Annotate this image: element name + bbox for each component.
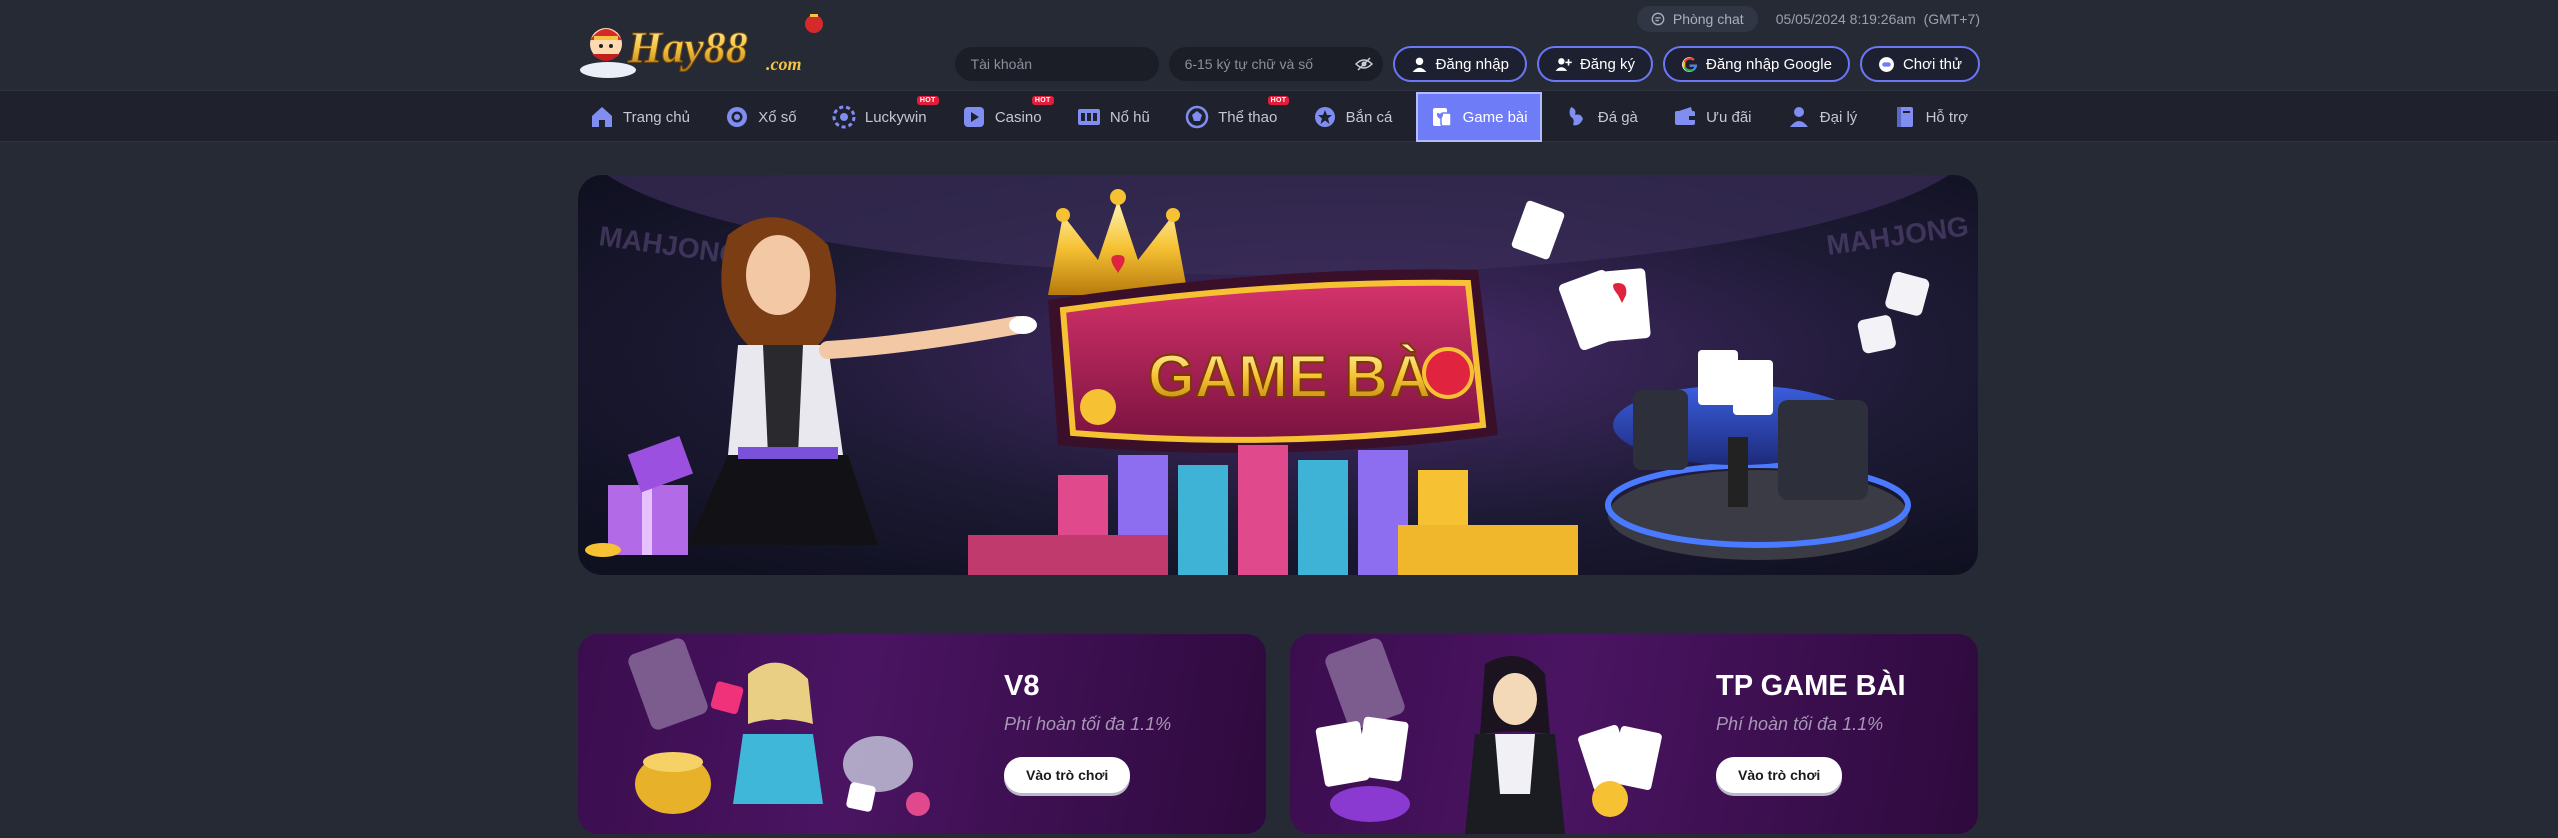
login-button[interactable]: Đăng nhập [1392,46,1527,82]
site-header: Hay88 .com Phòng chat 05/05/2024 8:19:26… [0,0,2558,90]
trial-play-label: Chơi thử [1902,55,1962,73]
nav-label: Đại lý [1819,108,1858,126]
trial-icon [1879,56,1894,72]
nav-label: Đá gà [1597,108,1638,126]
nav-item-luckywin[interactable]: Luckywin HOT [820,92,939,142]
username-input[interactable] [954,47,1159,81]
nav-item-card-games[interactable]: Game bài [1415,92,1542,142]
banner-title: GAME BÀI [1148,343,1448,410]
hay88-logo[interactable]: Hay88 .com [578,10,830,80]
hot-badge: HOT [916,96,939,105]
show-password-icon[interactable] [1354,56,1373,72]
game-bai-banner: MAHJONG MAHJONG GAME BÀI [578,175,1978,575]
nav-label: Bắn cá [1345,108,1393,126]
tp-card-art [1315,638,1662,834]
fishing-icon [1314,107,1335,127]
support-icon [1896,107,1913,127]
password-input[interactable] [1168,47,1383,81]
register-button[interactable]: Đăng ký [1536,46,1653,82]
v8-card-art [628,638,930,816]
agent-icon [1789,107,1808,127]
google-login-label: Đăng nhập Google [1706,55,1832,73]
nav-label: Ưu đãi [1706,108,1752,126]
nav-label: Xổ số [758,108,797,126]
game-card-rebate: Phí hoàn tối đa 1.1% [1716,714,1884,734]
chat-room-label: Phòng chat [1672,11,1744,27]
cards-icon [1432,108,1452,127]
game-card-title: TP GAME BÀI [1716,670,1906,702]
login-label: Đăng nhập [1435,55,1509,73]
slots-icon [1077,109,1100,125]
auth-bar: Đăng nhập Đăng ký Đăng nhập Google [954,46,1980,82]
hot-badge: HOT [1267,96,1290,105]
nav-item-promotions[interactable]: Ưu đãi [1661,92,1763,142]
nav-item-lottery[interactable]: Xổ số [713,92,808,142]
cockfight-icon [1569,107,1583,126]
register-label: Đăng ký [1579,55,1635,73]
promo-icon [1675,107,1696,125]
chat-icon [1651,12,1665,26]
nav-item-casino[interactable]: Casino HOT [950,92,1054,142]
game-card-v8[interactable]: V8 Phí hoàn tối đa 1.1% Vào trò chơi [578,634,1266,834]
enter-game-button[interactable]: Vào trò chơi [1004,757,1131,793]
nav-label: Game bài [1462,108,1528,126]
logo-text: Hay88 [627,23,748,72]
nav-label: Thể thao [1218,108,1278,126]
game-card-rebate: Phí hoàn tối đa 1.1% [1004,714,1172,734]
google-login-button[interactable]: Đăng nhập Google [1663,46,1850,82]
user-icon [1412,57,1426,72]
sports-icon [1185,105,1209,129]
hot-badge: HOT [1031,96,1054,105]
nav-label: Trang chủ [623,108,690,126]
top-bar: Phòng chat 05/05/2024 8:19:26am (GMT+7) [1636,6,1980,32]
luckywin-icon [832,105,856,129]
chat-room-button[interactable]: Phòng chat [1636,6,1758,32]
nav-item-support[interactable]: Hỗ trợ [1881,92,1980,142]
nav-label: Hỗ trợ [1925,108,1968,126]
nav-item-home[interactable]: Trang chủ [578,92,702,142]
nav-item-sports[interactable]: Thể thao HOT [1173,92,1290,142]
timezone-value: (GMT+7) [1923,11,1980,27]
trial-play-button[interactable]: Chơi thử [1859,46,1980,82]
nav-label: Casino [994,108,1042,126]
datetime-value: 05/05/2024 8:19:26am [1775,11,1916,27]
main-nav: Trang chủ Xổ số Luckywin HOT Casino HOT … [0,90,2558,142]
nav-item-fishing[interactable]: Bắn cá [1301,92,1405,142]
game-card-title: V8 [1004,670,1040,702]
google-icon [1682,56,1697,72]
current-datetime: 05/05/2024 8:19:26am (GMT+7) [1776,11,1980,27]
casino-icon [963,107,984,127]
nav-item-slots[interactable]: Nổ hũ [1065,92,1162,142]
logo-domain: .com [766,54,802,74]
nav-item-cockfight[interactable]: Đá gà [1553,92,1650,142]
nav-label: Nổ hũ [1109,108,1150,126]
nav-item-agent[interactable]: Đại lý [1775,92,1870,142]
enter-game-button[interactable]: Vào trò chơi [1716,757,1843,793]
add-user-icon [1555,57,1572,71]
nav-label: Luckywin [864,108,927,126]
lottery-icon [727,107,748,127]
home-icon [592,107,612,127]
game-card-tp-game-bai[interactable]: TP GAME BÀI Phí hoàn tối đa 1.1% Vào trò… [1290,634,1978,834]
password-field [1168,47,1383,81]
game-bai-plaque: GAME BÀI [1048,269,1498,453]
